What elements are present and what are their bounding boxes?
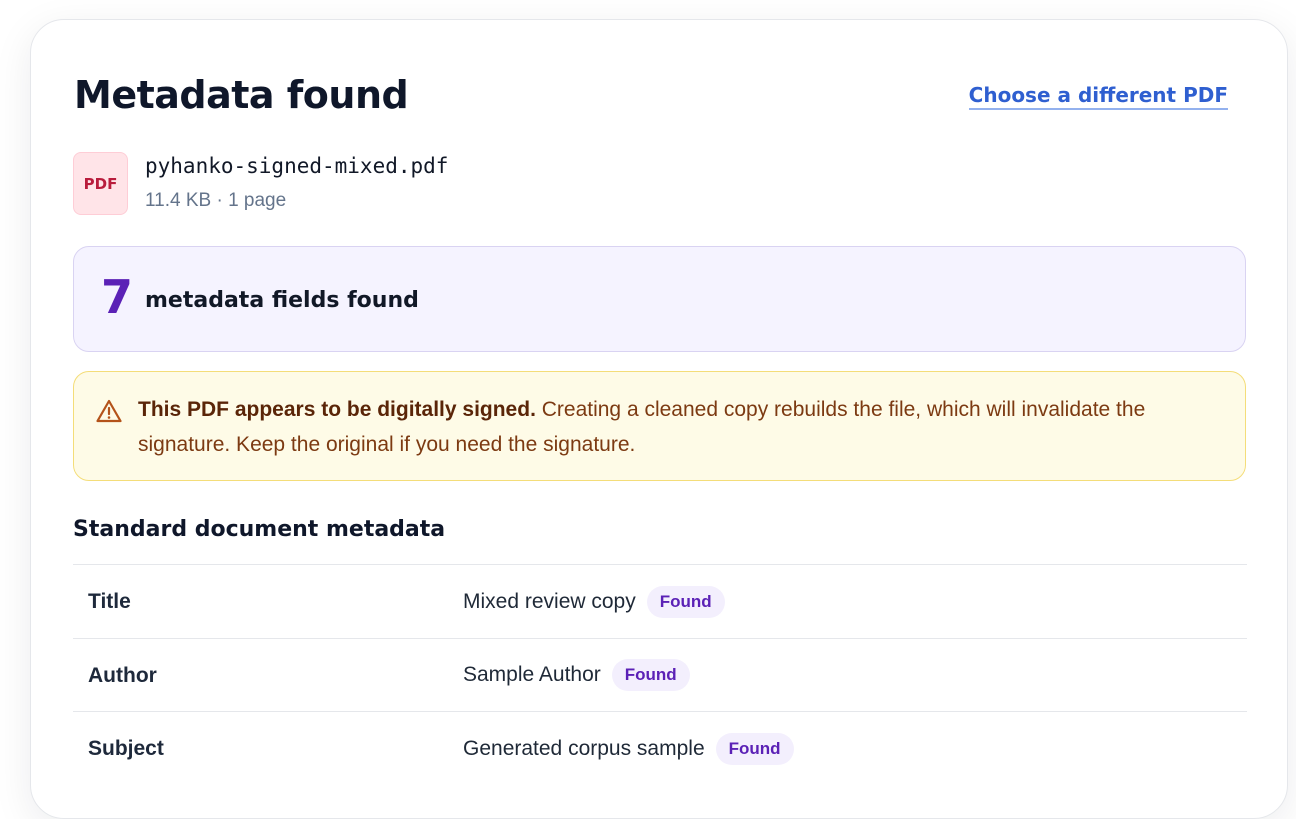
signature-warning: This PDF appears to be digitally signed.…	[73, 371, 1246, 481]
file-name: pyhanko-signed-mixed.pdf	[145, 154, 449, 178]
field-name: Author	[88, 663, 157, 687]
field-value: Mixed review copy	[463, 589, 636, 613]
status-badge: Found	[715, 732, 794, 765]
warning-triangle-icon	[96, 399, 122, 423]
metadata-count: 7	[101, 270, 134, 324]
metadata-count-label: metadata fields found	[145, 288, 419, 313]
status-badge: Found	[646, 585, 725, 618]
warning-message: This PDF appears to be digitally signed.…	[138, 392, 1228, 462]
field-name: Title	[88, 590, 131, 613]
field-value-cell: Generated corpus sample Found	[463, 712, 794, 785]
section-title: Standard document metadata	[73, 517, 446, 542]
warning-heading: This PDF appears to be digitally signed.	[138, 398, 536, 421]
metadata-table: Title Mixed review copy Found Author Sam…	[73, 564, 1247, 785]
field-value-cell: Sample Author Found	[463, 639, 690, 712]
table-row: Author Sample Author Found	[73, 637, 1247, 712]
status-badge: Found	[611, 659, 690, 691]
field-value: Generated corpus sample	[463, 736, 705, 760]
field-value-cell: Mixed review copy Found	[463, 565, 725, 638]
pdf-file-icon: PDF	[73, 152, 128, 215]
table-row: Subject Generated corpus sample Found	[73, 711, 1247, 785]
metadata-card: Metadata found Choose a different PDF PD…	[30, 19, 1288, 819]
field-value: Sample Author	[463, 663, 601, 686]
table-row: Title Mixed review copy Found	[73, 564, 1247, 638]
file-meta: 11.4 KB · 1 page	[145, 190, 287, 211]
metadata-count-summary: 7 metadata fields found	[73, 246, 1246, 352]
field-name: Subject	[88, 737, 164, 760]
choose-different-pdf-link[interactable]: Choose a different PDF	[968, 83, 1228, 110]
page-title: Metadata found	[74, 73, 409, 117]
